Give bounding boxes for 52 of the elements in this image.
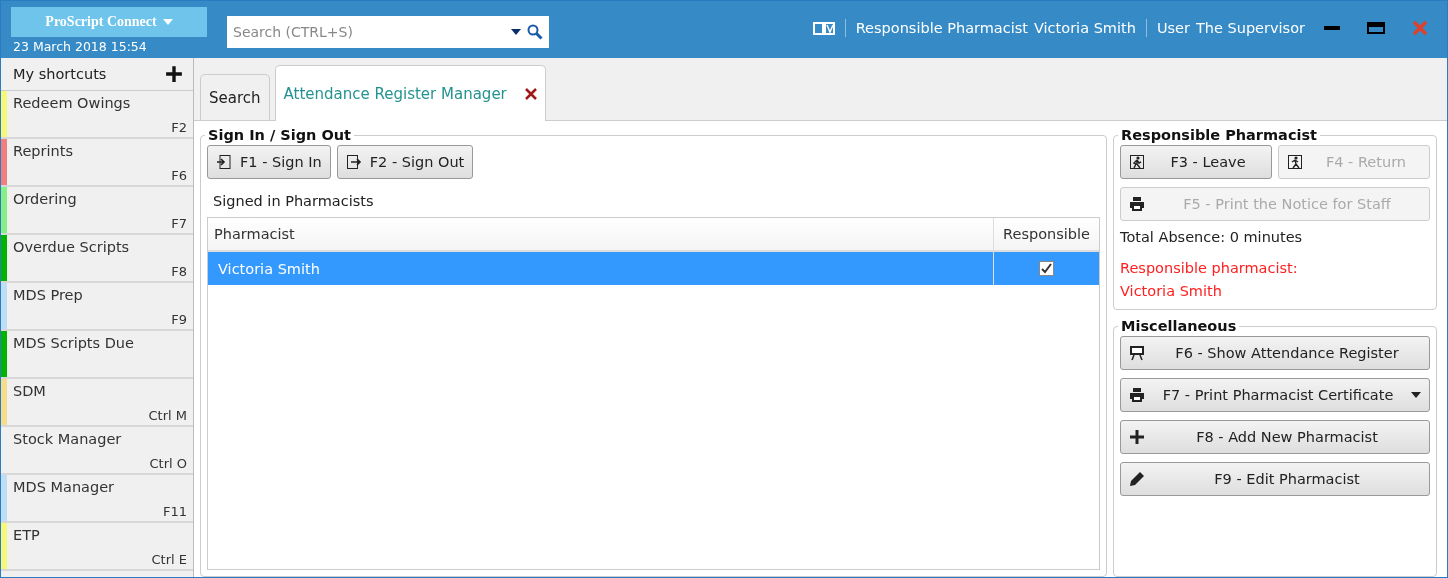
caret-icon	[511, 29, 521, 35]
shortcut-item[interactable]: ETP Ctrl E	[1, 523, 193, 571]
printer-icon	[1129, 196, 1145, 212]
sidebar-title: My shortcuts	[13, 66, 107, 82]
shortcut-item[interactable]: Overdue Scripts F8	[1, 235, 193, 283]
user-name: The Supervisor	[1195, 20, 1305, 36]
shortcut-item[interactable]: MDS Prep F9	[1, 283, 193, 331]
tab[interactable]: Attendance Register Manager	[274, 65, 546, 121]
panel-title: Sign In / Sign Out	[207, 127, 353, 143]
date-time: 23 March 2018 15:54	[12, 38, 148, 56]
table-cell: Victoria Smith	[218, 260, 320, 277]
tab[interactable]: Search	[200, 74, 270, 120]
plus-icon	[1129, 429, 1145, 445]
shortcut-item[interactable]: Redeem Owings F2	[1, 91, 193, 139]
search-field[interactable]: Search (CTRL+S)	[227, 16, 549, 48]
shortcut-item[interactable]: MDS Scripts Due	[1, 331, 193, 379]
status-text: Responsible pharmacist: Victoria Smith	[1120, 259, 1299, 301]
search-icon	[527, 24, 543, 40]
column-header[interactable]: Responsible	[993, 218, 1099, 250]
action-button[interactable]: F2 - Sign Out	[336, 145, 474, 179]
absence-text: Total Absence: 0 minutes	[1120, 229, 1304, 245]
action-button[interactable]: F3 - Leave	[1120, 145, 1272, 179]
printer-icon	[1129, 387, 1145, 403]
shortcut-item[interactable]: Ordering F7	[1, 187, 193, 235]
caret-icon[interactable]	[1411, 392, 1421, 398]
shortcut-item[interactable]: Reprints F6	[1, 139, 193, 187]
close-icon[interactable]	[524, 87, 537, 100]
user-label: User	[1156, 20, 1190, 36]
sign-in-icon	[216, 154, 232, 170]
running-person-icon	[1287, 154, 1303, 170]
caret-icon	[162, 19, 173, 25]
shortcut-item[interactable]: SDM Ctrl M	[1, 379, 193, 427]
pharmacist-name: Victoria Smith	[1034, 20, 1136, 36]
list-title: Signed in Pharmacists	[213, 193, 375, 209]
panel-title: Responsible Pharmacist	[1120, 127, 1319, 143]
action-button[interactable]: F1 - Sign In	[207, 145, 331, 179]
column-header[interactable]: Pharmacist	[208, 218, 993, 250]
maximize-icon[interactable]	[1367, 22, 1385, 34]
action-button[interactable]: F6 - Show Attendance Register	[1120, 336, 1430, 370]
pharmacist-label: Responsible Pharmacist	[855, 20, 1028, 36]
plus-icon	[165, 65, 183, 83]
presentation-icon	[1129, 345, 1145, 361]
pencil-icon	[1129, 471, 1145, 487]
card-reader-icon	[812, 20, 835, 36]
panel-title: Miscellaneous	[1120, 318, 1238, 334]
running-person-icon	[1129, 154, 1145, 170]
action-button[interactable]: F7 - Print Pharmacist Certificate	[1120, 378, 1430, 412]
checkbox[interactable]	[1039, 261, 1054, 276]
shortcut-item[interactable]: MDS Manager F11	[1, 475, 193, 523]
action-button[interactable]: F9 - Edit Pharmacist	[1120, 462, 1430, 496]
sign-out-icon	[345, 154, 362, 170]
action-button[interactable]: F8 - Add New Pharmacist	[1120, 420, 1430, 454]
